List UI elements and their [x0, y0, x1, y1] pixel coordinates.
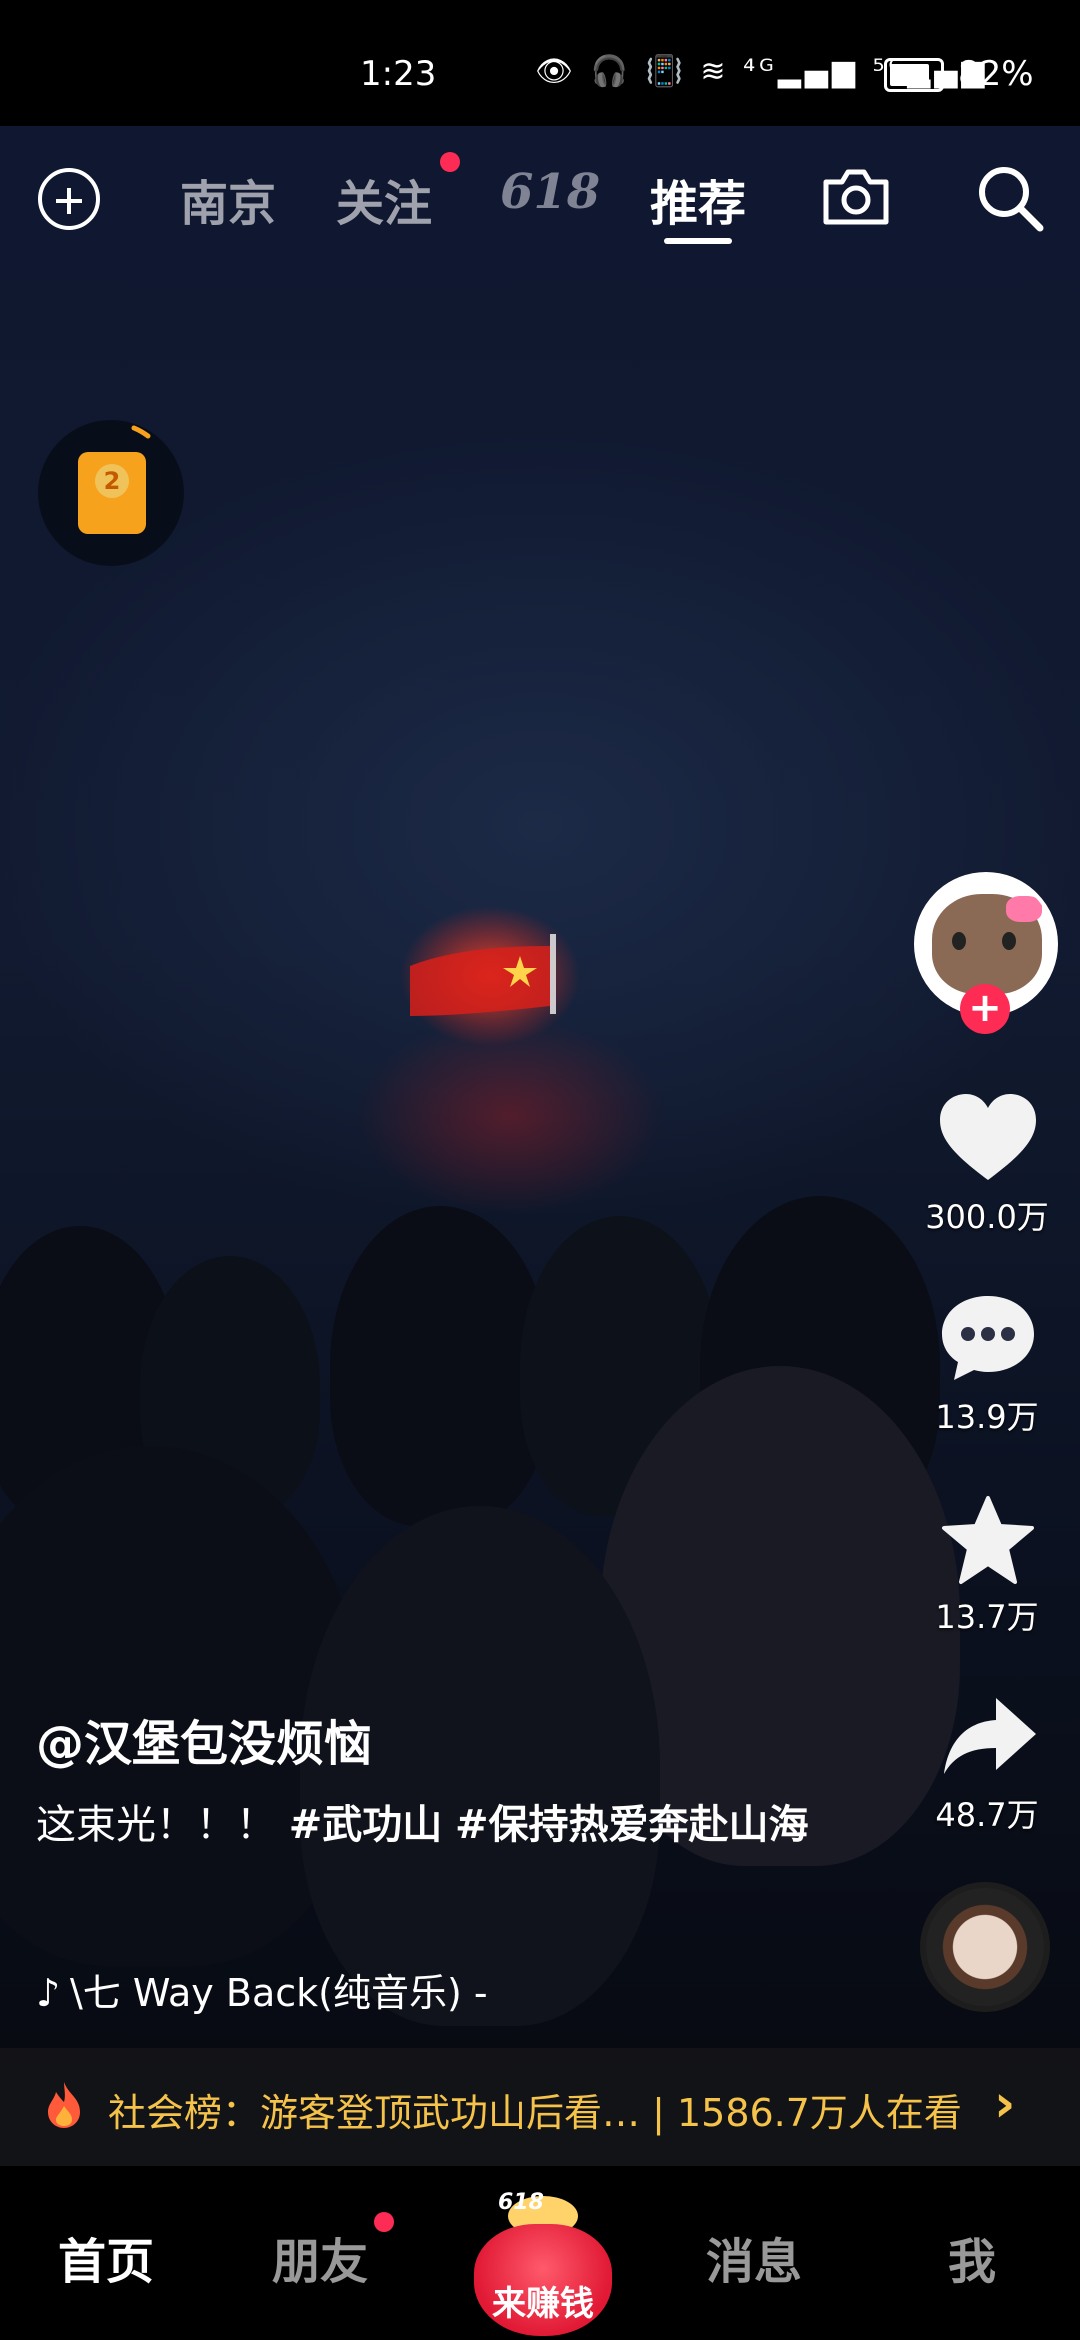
hashtag-keep-passion[interactable]: #保持热爱奔赴山海 [455, 1802, 809, 1848]
music-info[interactable]: ♪ \七 Way Back(纯音乐) - [36, 1962, 488, 2017]
nav-home[interactable]: 首页 [58, 2222, 154, 2292]
favorite-star-icon[interactable] [940, 1494, 1036, 1586]
red-packet-widget[interactable]: 2 [38, 420, 184, 566]
add-icon[interactable] [38, 168, 100, 230]
like-heart-icon[interactable] [936, 1090, 1040, 1186]
search-icon[interactable] [974, 162, 1046, 234]
chevron-right-icon: › [994, 2074, 1016, 2134]
follow-button[interactable]: + [960, 984, 1010, 1034]
flame-icon [48, 2082, 80, 2128]
battery-icon [884, 58, 944, 92]
battery-percent: 82% [958, 54, 1034, 94]
following-notification-dot [440, 152, 460, 172]
tab-recommend[interactable]: 推荐 [650, 164, 746, 234]
earn-money-button[interactable]: 618 来赚钱 [468, 2184, 618, 2336]
music-title: \七 Way Back(纯音乐) - [70, 1971, 488, 2015]
hashtag-wugongshan[interactable]: #武功山 [289, 1802, 443, 1848]
red-packet-number: 2 [95, 464, 129, 498]
crowd-silhouettes [0, 1186, 1080, 2166]
music-disc-avatar[interactable] [920, 1882, 1050, 2012]
share-count: 48.7万 [935, 1796, 1039, 1834]
nav-messages[interactable]: 消息 [706, 2222, 802, 2292]
comment-count: 13.9万 [935, 1398, 1039, 1436]
tiktok-note-icon: ♪ [36, 1971, 61, 2015]
favorite-count: 13.7万 [935, 1598, 1039, 1636]
red-packet-envelope-icon: 2 [78, 452, 146, 534]
status-time: 1:23 [360, 54, 437, 94]
comment-icon[interactable] [938, 1290, 1038, 1386]
earn-618-badge: 618 [498, 2190, 544, 2215]
hot-search-text: 社会榜：游客登顶武功山后看… | 1586.7万人在看 [108, 2091, 962, 2135]
camera-icon[interactable] [820, 166, 892, 226]
hot-search-bar[interactable]: 社会榜：游客登顶武功山后看… | 1586.7万人在看 › [0, 2048, 1080, 2166]
like-count: 300.0万 [925, 1198, 1049, 1236]
video-description: 这束光！！！ #武功山 #保持热爱奔赴山海 [36, 1794, 816, 1856]
bottom-nav: 首页 朋友 618 来赚钱 消息 我 [0, 2166, 1080, 2340]
active-tab-indicator [664, 238, 732, 244]
flag-image [400, 906, 580, 1046]
friends-notification-dot [374, 2212, 394, 2232]
description-text: 这束光！！！ [36, 1802, 289, 1848]
tab-following[interactable]: 关注 [336, 164, 432, 234]
nav-me[interactable]: 我 [948, 2222, 996, 2292]
tab-618[interactable]: 618 [500, 164, 600, 220]
nav-friends[interactable]: 朋友 [272, 2222, 368, 2292]
earn-label: 来赚钱 [492, 2284, 594, 2324]
share-arrow-icon[interactable] [940, 1694, 1040, 1778]
status-bar: 1:23 👁 🎧 📳 ≋ ⁴ᴳ▂▄▆ ⁵ᴳ▂▄▆ 82% [0, 0, 1080, 126]
top-nav: 南京 关注 618 推荐 [0, 126, 1080, 266]
tab-nanjing[interactable]: 南京 [180, 164, 276, 234]
author-name[interactable]: @汉堡包没烦恼 [36, 1704, 372, 1774]
